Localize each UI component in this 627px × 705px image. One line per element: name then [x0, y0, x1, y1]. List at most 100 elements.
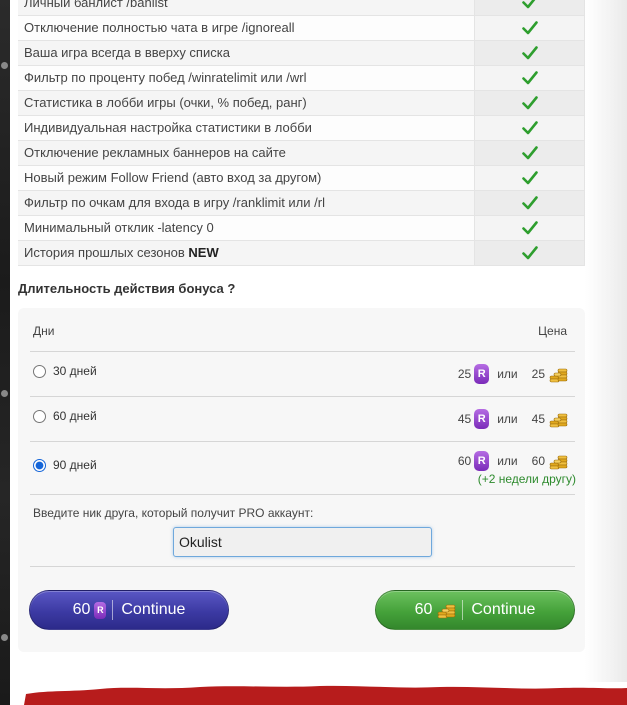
feature-row: Минимальный отклик -latency 0	[18, 215, 585, 241]
days-header: Дни	[33, 324, 55, 338]
feature-label: Фильтр по очкам для входа в игру /rankli…	[24, 195, 325, 210]
feature-label: Личный банлист /banlist	[24, 0, 168, 10]
checkmark-icon	[475, 20, 584, 35]
option-60-days[interactable]: 60 дней	[33, 409, 97, 423]
feature-label: Статистика в лобби игры (очки, % побед, …	[24, 95, 307, 110]
feature-label: Индивидуальная настройка статистики в ло…	[24, 120, 312, 135]
feature-check-cell	[474, 40, 585, 66]
radio-30-days[interactable]	[33, 364, 46, 378]
checkmark-icon	[475, 245, 584, 260]
decor-dot	[1, 390, 8, 397]
feature-row: Личный банлист /banlist	[18, 0, 585, 16]
feature-label: Новый режим Follow Friend (авто вход за …	[24, 170, 322, 185]
radio-90-days[interactable]	[33, 458, 46, 472]
feature-label: Фильтр по проценту побед /winratelimit и…	[24, 70, 307, 85]
feature-row: Отключение полностью чата в игре /ignore…	[18, 15, 585, 41]
feature-check-cell	[474, 65, 585, 91]
bottom-banner	[10, 682, 627, 705]
feature-name: Статистика в лобби игры (очки, % побед, …	[18, 90, 475, 116]
continue-r-button[interactable]: 60 R Continue	[29, 590, 229, 630]
button-amount: 60	[72, 601, 91, 618]
feature-row: Фильтр по очкам для входа в игру /rankli…	[18, 190, 585, 216]
r-currency-icon: R	[474, 451, 490, 471]
button-label: Continue	[121, 601, 186, 618]
friend-nick-label: Введите ник друга, который получит PRO а…	[33, 506, 314, 520]
button-divider	[462, 600, 464, 620]
divider	[30, 494, 575, 495]
coin-stack-icon	[548, 451, 568, 471]
friend-nick-input[interactable]	[173, 527, 432, 557]
button-amount: 60	[414, 601, 433, 618]
r-currency-icon: R	[474, 409, 490, 429]
decor-dot	[1, 634, 8, 641]
pro-purchase-content: Личный банлист /banlist Отключение полнос…	[10, 0, 627, 682]
or-text: или	[497, 454, 518, 468]
price-coin-value: 60	[531, 454, 545, 468]
feature-row: Индивидуальная настройка статистики в ло…	[18, 115, 585, 141]
feature-row: Статистика в лобби игры (очки, % побед, …	[18, 90, 585, 116]
feature-label: Ваша игра всегда в вверху списка	[24, 45, 230, 60]
checkmark-icon	[475, 170, 584, 185]
feature-name: Отключение полностью чата в игре /ignore…	[18, 15, 475, 41]
features-table: Личный банлист /banlist Отключение полнос…	[18, 0, 585, 266]
feature-name: Личный банлист /banlist	[18, 0, 475, 16]
checkmark-icon	[475, 0, 584, 9]
left-background-strip	[0, 0, 10, 705]
continue-coins-button[interactable]: 60 Continue	[375, 590, 575, 630]
checkmark-icon	[475, 70, 584, 85]
feature-check-cell	[474, 115, 585, 141]
price-90-days: 60 R или 60	[458, 451, 568, 471]
checkmark-icon	[475, 220, 584, 235]
feature-check-cell	[474, 240, 585, 266]
feature-label: История прошлых сезонов	[24, 245, 189, 260]
feature-name: Фильтр по проценту побед /winratelimit и…	[18, 65, 475, 91]
r-currency-icon: R	[94, 601, 107, 619]
price-coin-value: 25	[531, 367, 545, 381]
divider	[30, 351, 575, 352]
feature-name: Новый режим Follow Friend (авто вход за …	[18, 165, 475, 191]
feature-name: История прошлых сезонов NEW	[18, 240, 475, 266]
feature-name: Индивидуальная настройка статистики в ло…	[18, 115, 475, 141]
checkmark-icon	[475, 45, 584, 60]
feature-row: Отключение рекламных баннеров на сайте	[18, 140, 585, 166]
price-header: Цена	[538, 324, 567, 338]
price-coin-value: 45	[531, 412, 545, 426]
feature-check-cell	[474, 90, 585, 116]
option-label: 30 дней	[53, 364, 97, 378]
decor-dot	[1, 62, 8, 69]
price-r-value: 60	[457, 454, 472, 468]
new-badge: NEW	[188, 245, 219, 260]
feature-label: Минимальный отклик -latency 0	[24, 220, 214, 235]
button-label: Continue	[471, 601, 536, 618]
feature-name: Минимальный отклик -latency 0	[18, 215, 475, 241]
option-label: 90 дней	[53, 458, 97, 472]
option-30-days[interactable]: 30 дней	[33, 364, 97, 378]
bonus-note: (+2 недели другу)	[477, 472, 576, 486]
divider	[30, 441, 575, 442]
checkmark-icon	[475, 120, 584, 135]
price-r-value: 25	[457, 367, 472, 381]
checkmark-icon	[475, 95, 584, 110]
checkmark-icon	[475, 195, 584, 210]
feature-check-cell	[474, 165, 585, 191]
coin-stack-icon	[548, 364, 568, 384]
duration-title: Длительность действия бонуса ?	[18, 281, 236, 296]
feature-name: Отключение рекламных баннеров на сайте	[18, 140, 475, 166]
price-r-value: 45	[457, 412, 472, 426]
feature-check-cell	[474, 140, 585, 166]
or-text: или	[497, 412, 518, 426]
feature-label: Отключение рекламных баннеров на сайте	[24, 145, 286, 160]
feature-row: Ваша игра всегда в вверху списка	[18, 40, 585, 66]
duration-panel: Дни Цена 30 дней 25 R или 25 60 дней 45 …	[18, 308, 585, 652]
feature-row: Новый режим Follow Friend (авто вход за …	[18, 165, 585, 191]
feature-row: История прошлых сезонов NEW	[18, 240, 585, 266]
r-currency-icon: R	[474, 364, 490, 384]
feature-check-cell	[474, 215, 585, 241]
coin-stack-icon	[436, 600, 456, 620]
feature-name: Фильтр по очкам для входа в игру /rankli…	[18, 190, 475, 216]
coin-stack-icon	[548, 409, 568, 429]
radio-60-days[interactable]	[33, 409, 46, 423]
option-90-days[interactable]: 90 дней	[33, 458, 97, 472]
button-divider	[112, 600, 114, 620]
price-30-days: 25 R или 25	[458, 364, 568, 384]
